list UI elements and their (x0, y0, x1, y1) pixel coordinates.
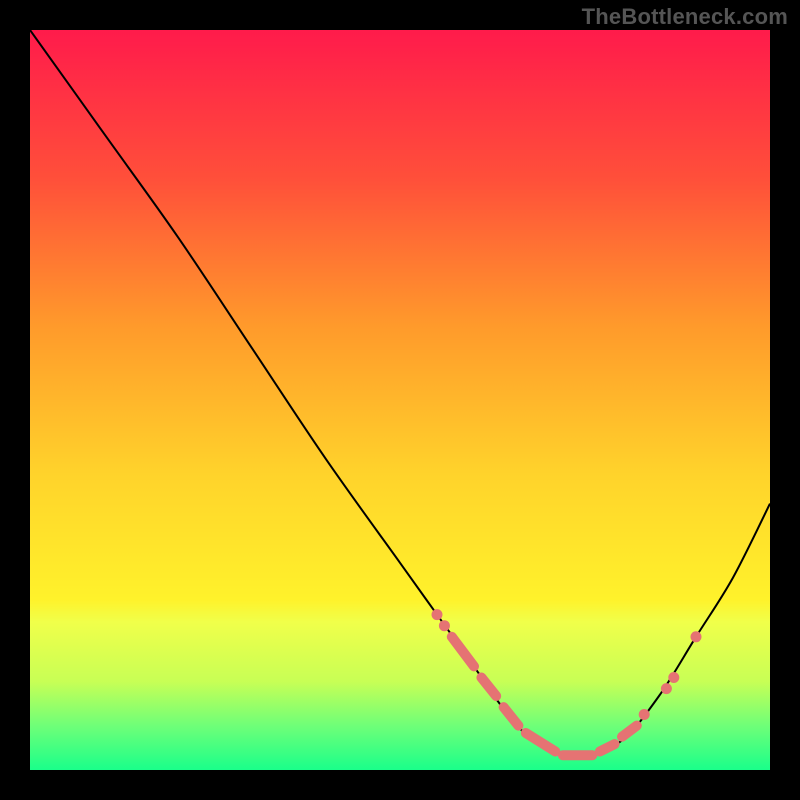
gradient-background (30, 30, 770, 770)
marker-dot (432, 609, 443, 620)
marker-dot (639, 709, 650, 720)
watermark-text: TheBottleneck.com (582, 4, 788, 30)
plot-area (30, 30, 770, 770)
marker-dot (439, 620, 450, 631)
marker-dot (691, 631, 702, 642)
chart-svg (30, 30, 770, 770)
marker-dot (661, 683, 672, 694)
marker-dot (668, 672, 679, 683)
chart-frame: TheBottleneck.com (0, 0, 800, 800)
marker-dash (600, 744, 615, 751)
